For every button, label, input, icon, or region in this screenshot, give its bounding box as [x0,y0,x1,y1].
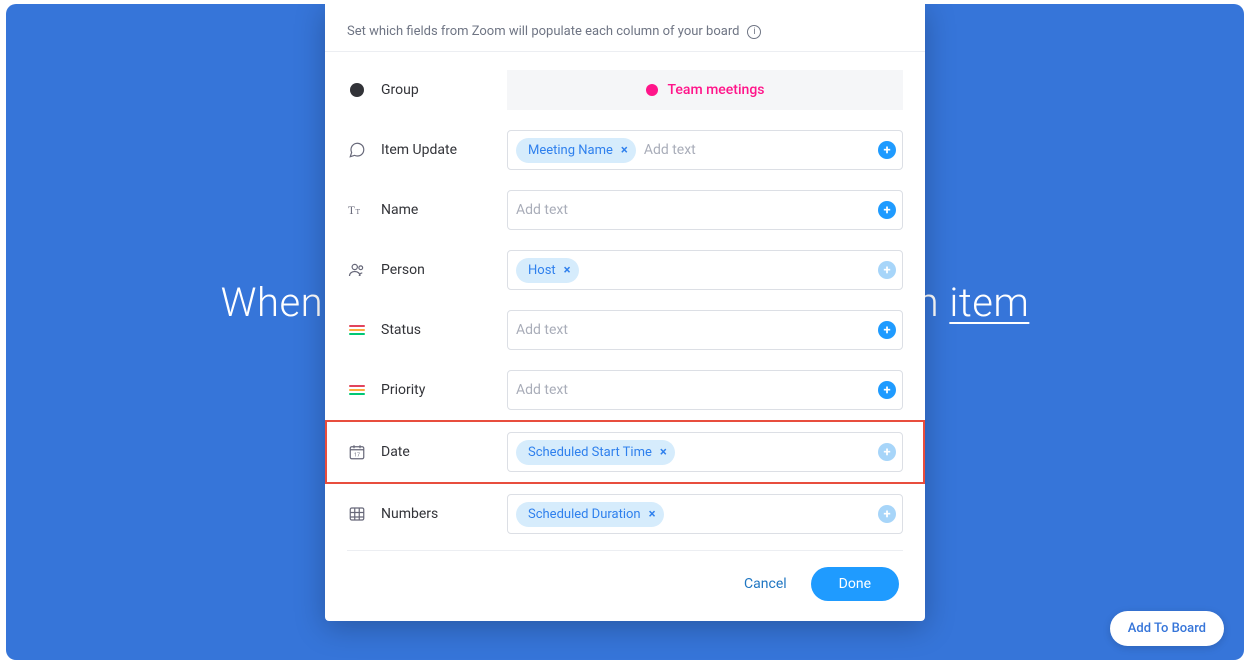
item-update-input[interactable]: Meeting Name × Add text + [507,130,903,170]
chat-bubble-icon [347,140,367,160]
bg-text-underlined: item [949,279,1029,326]
token-scheduled-duration[interactable]: Scheduled Duration × [516,502,664,527]
status-icon [347,320,367,340]
mapping-rows: Group Team meetings Item Update Mee [325,52,925,544]
add-field-button[interactable]: + [878,261,896,279]
row-person: Person Host × + [325,240,925,300]
add-to-board-button[interactable]: Add To Board [1110,611,1224,646]
status-input[interactable]: Add text + [507,310,903,350]
remove-token-icon[interactable]: × [564,263,571,278]
row-status: Status Add text + [325,300,925,360]
person-input[interactable]: Host × + [507,250,903,290]
group-icon [347,80,367,100]
text-icon: TT [347,200,367,220]
token-meeting-name[interactable]: Meeting Name × [516,138,636,163]
numbers-icon [347,504,367,524]
group-selector[interactable]: Team meetings [507,70,903,110]
person-icon [347,260,367,280]
row-priority: Priority Add text + [325,360,925,420]
input-placeholder: Add text [644,142,696,158]
modal-footer: Cancel Done [325,551,925,611]
input-placeholder: Add text [516,322,568,338]
row-item-update: Item Update Meeting Name × Add text + [325,120,925,180]
add-field-button[interactable]: + [878,381,896,399]
remove-token-icon[interactable]: × [660,445,667,460]
row-group: Group Team meetings [325,60,925,120]
token-label: Host [528,263,556,278]
row-label: Name [381,202,418,218]
token-host[interactable]: Host × [516,258,579,283]
row-numbers: Numbers Scheduled Duration × + [325,484,925,544]
numbers-input[interactable]: Scheduled Duration × + [507,494,903,534]
remove-token-icon[interactable]: × [649,507,656,522]
modal-header-text: Set which fields from Zoom will populate… [347,24,739,39]
token-label: Scheduled Duration [528,507,641,522]
add-field-button[interactable]: + [878,321,896,339]
token-label: Meeting Name [528,143,613,158]
row-label: Date [381,444,410,460]
row-label: Item Update [381,142,457,158]
group-color-dot-icon [646,84,658,96]
modal-header: Set which fields from Zoom will populate… [325,4,925,52]
remove-token-icon[interactable]: × [621,143,628,158]
date-input[interactable]: Scheduled Start Time × + [507,432,903,472]
row-name: TT Name Add text + [325,180,925,240]
svg-text:T: T [348,205,355,217]
row-label: Group [381,82,419,98]
token-label: Scheduled Start Time [528,445,652,460]
done-button[interactable]: Done [811,567,899,601]
svg-text:17: 17 [354,453,360,459]
input-placeholder: Add text [516,202,568,218]
row-date: 17 Date Scheduled Start Time × + [325,420,925,484]
add-field-button[interactable]: + [878,505,896,523]
row-label: Status [381,322,421,338]
add-field-button[interactable]: + [878,141,896,159]
token-scheduled-start-time[interactable]: Scheduled Start Time × [516,440,675,465]
group-name: Team meetings [668,82,765,98]
row-label: Person [381,262,425,278]
row-label: Priority [381,382,425,398]
calendar-icon: 17 [347,442,367,462]
field-mapping-modal: Set which fields from Zoom will populate… [325,4,925,621]
input-placeholder: Add text [516,382,568,398]
priority-input[interactable]: Add text + [507,370,903,410]
info-icon[interactable]: i [747,25,761,39]
add-field-button[interactable]: + [878,443,896,461]
app-background: When s an item Set which fields from Zoo… [6,4,1244,660]
priority-icon [347,380,367,400]
add-field-button[interactable]: + [878,201,896,219]
cancel-button[interactable]: Cancel [744,576,787,592]
name-input[interactable]: Add text + [507,190,903,230]
svg-text:T: T [356,207,361,216]
row-label: Numbers [381,506,438,522]
